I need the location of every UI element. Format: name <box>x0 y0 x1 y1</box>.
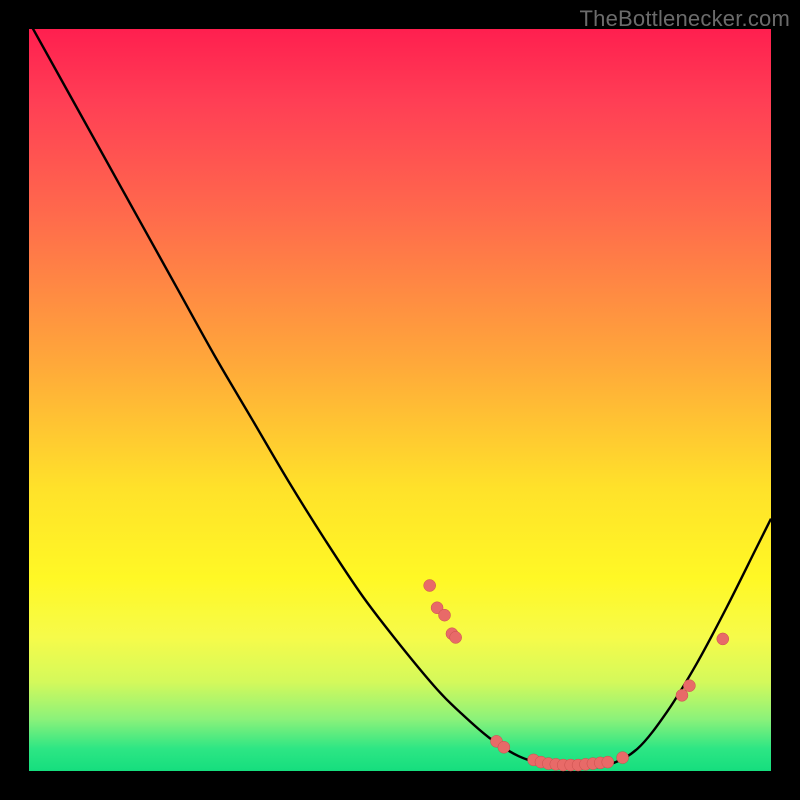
marker-point <box>602 756 614 768</box>
plot-area <box>29 29 771 771</box>
marker-point <box>617 752 629 764</box>
marker-point <box>676 689 688 701</box>
marker-point <box>450 631 462 643</box>
markers-group <box>424 580 729 772</box>
marker-point <box>683 680 695 692</box>
root-canvas: TheBottlenecker.com <box>0 0 800 800</box>
marker-point <box>717 633 729 645</box>
marker-point <box>498 741 510 753</box>
marker-point <box>439 609 451 621</box>
marker-point <box>424 580 436 592</box>
bottleneck-curve <box>29 22 771 768</box>
curve-svg <box>29 29 771 771</box>
watermark-label: TheBottlenecker.com <box>580 6 790 32</box>
